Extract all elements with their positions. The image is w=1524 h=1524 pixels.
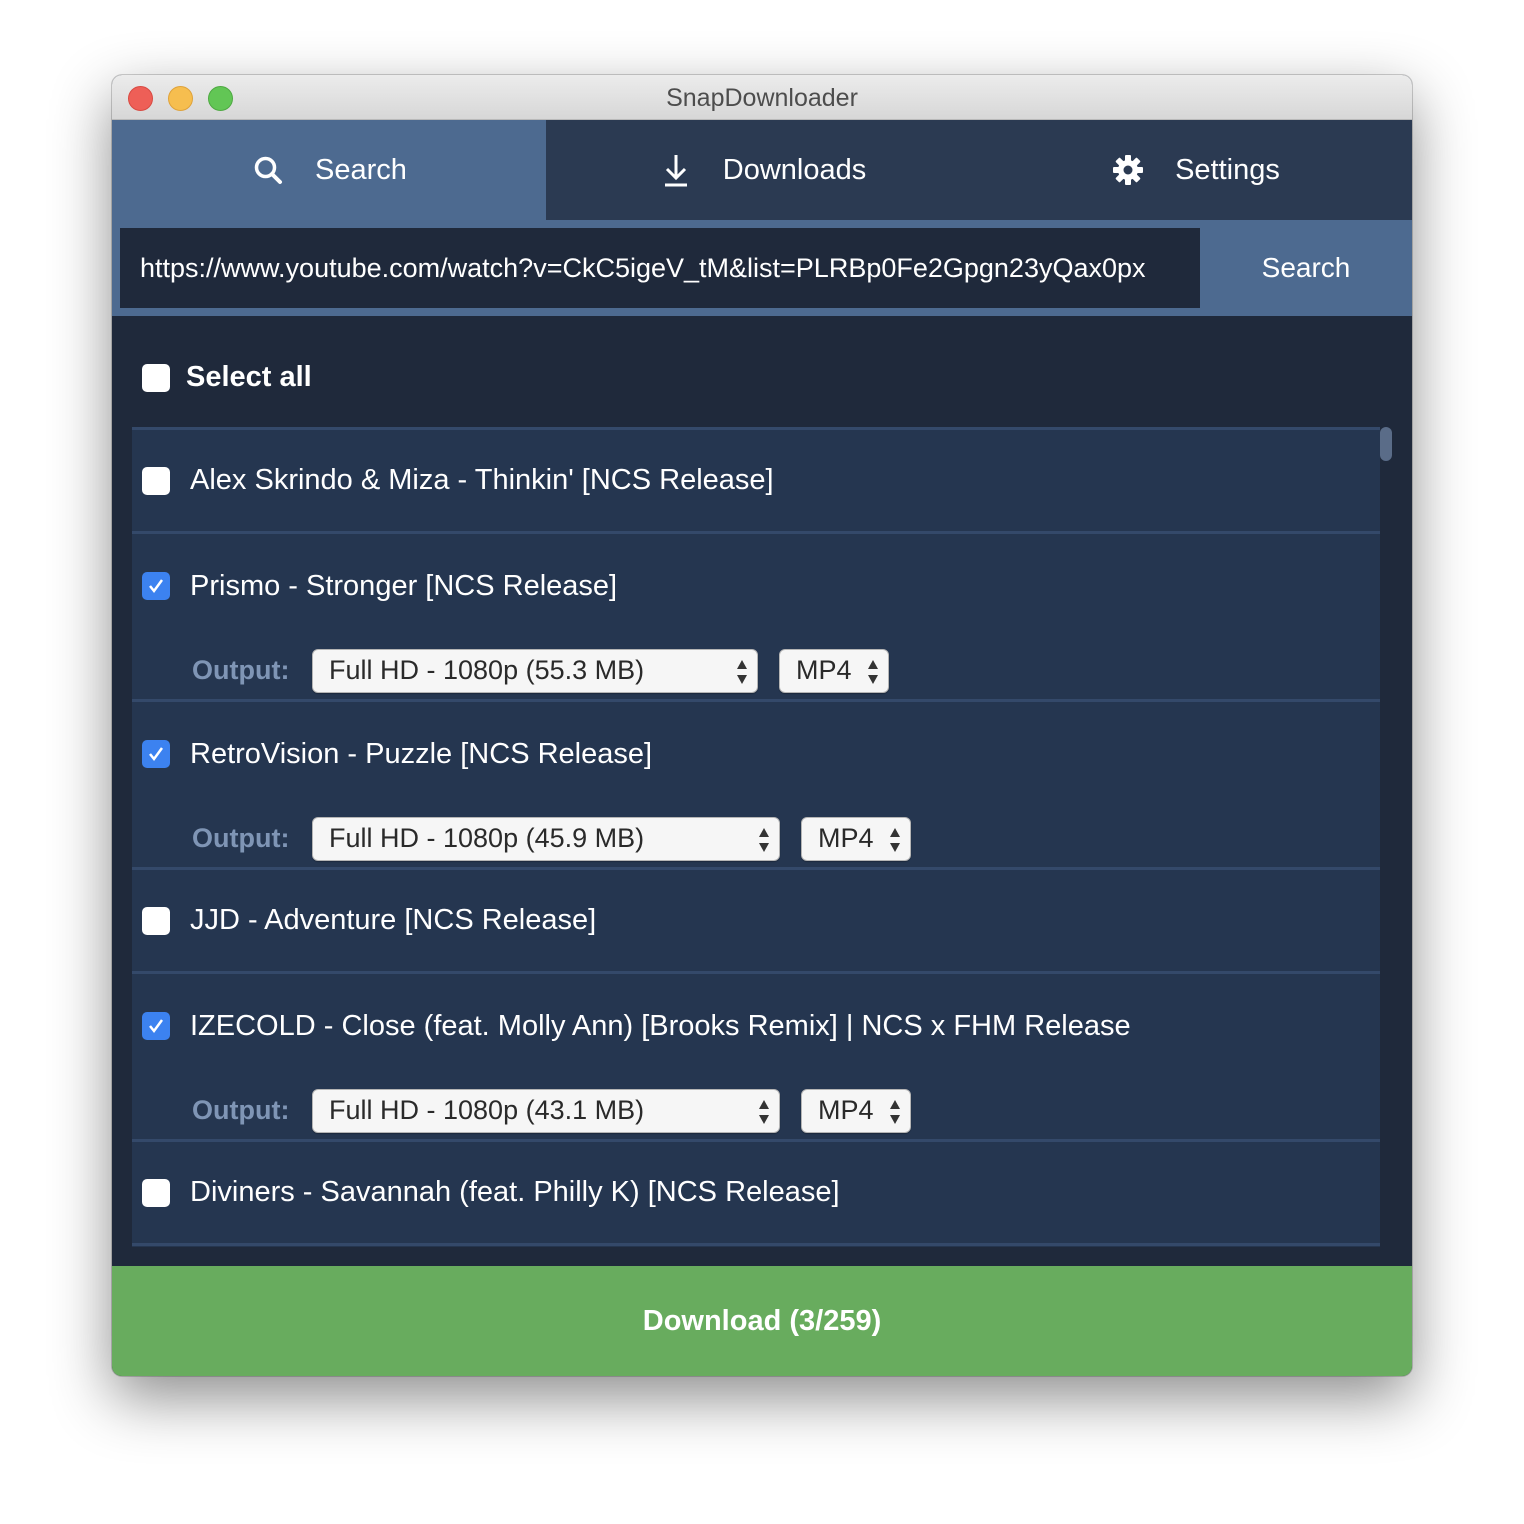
video-row: Prismo - Stronger [NCS Release] <box>142 534 1380 638</box>
window-title: SnapDownloader <box>666 84 858 112</box>
search-icon <box>251 153 285 187</box>
search-bar: Search <box>112 220 1412 316</box>
select-all[interactable]: Select all <box>142 361 312 394</box>
video-checkbox[interactable] <box>142 906 170 935</box>
video-row: IZECOLD - Close (feat. Molly Ann) [Brook… <box>142 974 1380 1078</box>
video-checkbox[interactable] <box>142 740 170 768</box>
tab-settings[interactable]: Settings <box>979 120 1412 220</box>
video-title: JJD - Adventure [NCS Release] <box>190 904 597 936</box>
select-arrows-icon <box>737 659 747 684</box>
output-row: Output: Full HD - 1080p (55.3 MB) MP4 <box>142 638 1380 703</box>
gear-icon <box>1111 153 1145 187</box>
video-checkbox[interactable] <box>142 466 170 495</box>
select-arrows-icon <box>759 1099 769 1124</box>
video-title: Alex Skrindo & Miza - Thinkin' [NCS Rele… <box>190 464 774 496</box>
select-all-checkbox[interactable] <box>142 363 170 392</box>
video-list-item: JJD - Adventure [NCS Release] <box>132 870 1380 974</box>
tab-downloads[interactable]: Downloads <box>546 120 979 220</box>
video-title: IZECOLD - Close (feat. Molly Ann) [Brook… <box>190 1009 1131 1042</box>
list-scrollbar-thumb[interactable] <box>1380 427 1392 461</box>
video-title: RetroVision - Puzzle [NCS Release] <box>190 737 653 770</box>
select-arrows-icon <box>890 1099 900 1124</box>
format-value: MP4 <box>818 823 874 853</box>
video-list-item: Prismo - Stronger [NCS Release] Output: Fu… <box>132 534 1380 702</box>
quality-select[interactable]: Full HD - 1080p (55.3 MB) <box>312 648 758 693</box>
results-panel: Select all Alex Skrindo & Miza - Thinkin… <box>112 316 1412 1266</box>
tab-search-label: Search <box>315 153 407 186</box>
title-bar: SnapDownloader <box>112 75 1412 120</box>
video-list: Alex Skrindo & Miza - Thinkin' [NCS Rele… <box>132 427 1380 1247</box>
video-checkbox[interactable] <box>142 1178 170 1207</box>
video-row: Alex Skrindo & Miza - Thinkin' [NCS Rele… <box>142 430 1380 531</box>
select-arrows-icon <box>868 659 878 684</box>
video-list-item: RetroVision - Puzzle [NCS Release] Output… <box>132 702 1380 870</box>
app-window: SnapDownloader Search Downloads Settings… <box>112 75 1412 1376</box>
video-checkbox[interactable] <box>142 572 170 600</box>
video-title: Prismo - Stronger [NCS Release] <box>190 569 618 602</box>
quality-select[interactable]: Full HD - 1080p (43.1 MB) <box>312 1088 780 1133</box>
format-value: MP4 <box>818 1095 874 1125</box>
output-label: Output: <box>192 1095 290 1125</box>
select-arrows-icon <box>759 827 769 852</box>
format-select[interactable]: MP4 <box>801 1088 911 1133</box>
quality-value: Full HD - 1080p (45.9 MB) <box>329 823 645 853</box>
output-label: Output: <box>192 655 290 685</box>
format-select[interactable]: MP4 <box>779 648 889 693</box>
video-row: Diviners - Savannah (feat. Philly K) [NC… <box>142 1142 1380 1243</box>
video-title: Diviners - Savannah (feat. Philly K) [NC… <box>190 1176 840 1208</box>
video-checkbox[interactable] <box>142 1012 170 1040</box>
tab-settings-label: Settings <box>1175 153 1280 186</box>
output-row: Output: Full HD - 1080p (43.1 MB) MP4 <box>142 1078 1380 1143</box>
video-list-item: IZECOLD - Close (feat. Molly Ann) [Brook… <box>132 974 1380 1142</box>
tab-search[interactable]: Search <box>112 120 546 220</box>
select-all-label: Select all <box>186 361 312 393</box>
main-tabs: Search Downloads Settings <box>112 120 1412 220</box>
quality-value: Full HD - 1080p (55.3 MB) <box>329 655 645 685</box>
video-list-item-partial <box>132 1246 1380 1247</box>
output-row: Output: Full HD - 1080p (45.9 MB) MP4 <box>142 806 1380 871</box>
url-input[interactable] <box>120 228 1200 308</box>
video-list-item: Alex Skrindo & Miza - Thinkin' [NCS Rele… <box>132 430 1380 534</box>
download-icon <box>659 153 693 187</box>
quality-select[interactable]: Full HD - 1080p (45.9 MB) <box>312 816 780 861</box>
search-button[interactable]: Search <box>1200 228 1412 308</box>
download-button[interactable]: Download (3/259) <box>112 1266 1412 1376</box>
format-select[interactable]: MP4 <box>801 816 911 861</box>
output-label: Output: <box>192 823 290 853</box>
video-row: RetroVision - Puzzle [NCS Release] <box>142 702 1380 806</box>
quality-value: Full HD - 1080p (43.1 MB) <box>329 1095 645 1125</box>
select-arrows-icon <box>890 827 900 852</box>
tab-downloads-label: Downloads <box>722 153 867 186</box>
format-value: MP4 <box>796 655 852 685</box>
video-row: JJD - Adventure [NCS Release] <box>142 870 1380 971</box>
video-list-item: Diviners - Savannah (feat. Philly K) [NC… <box>132 1142 1380 1246</box>
